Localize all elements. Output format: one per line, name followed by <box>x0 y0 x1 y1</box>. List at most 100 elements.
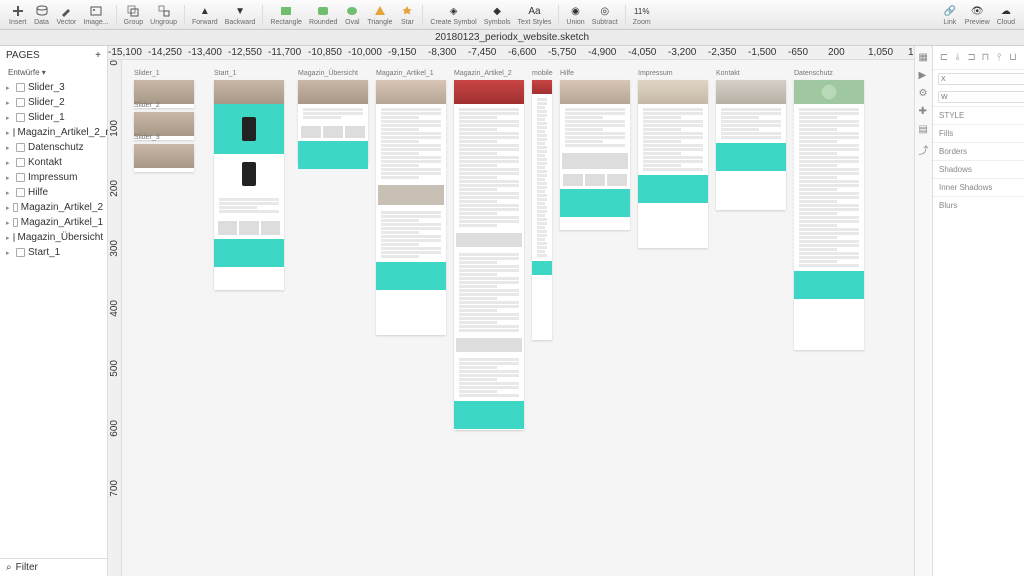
ruler-horizontal[interactable]: -15,100-14,250-13,400-12,550-11,700-10,8… <box>108 46 914 60</box>
align-top-icon[interactable]: ⊓ <box>979 52 991 64</box>
add-page-icon[interactable]: + <box>95 50 101 61</box>
artboard-label: Magazin_Übersicht <box>298 70 358 77</box>
layer-item[interactable]: ▸Magazin_Übersicht <box>0 230 107 245</box>
zoom-value: 11% <box>634 3 650 19</box>
filter-icon: ⌕ <box>6 562 12 573</box>
oval-button[interactable]: Oval <box>341 2 363 27</box>
preview-button[interactable]: 👁Preview <box>962 2 993 27</box>
layer-item[interactable]: ▸Magazin_Artikel_1 <box>0 215 107 230</box>
artboard-label: Hilfe <box>560 70 574 77</box>
layer-item[interactable]: ▸Magazin_Artikel_2 <box>0 200 107 215</box>
align-bottom-icon[interactable]: ⊔ <box>1007 52 1019 64</box>
artboard-icon <box>16 188 25 197</box>
align-left-icon[interactable]: ⊏ <box>938 52 950 64</box>
artboard[interactable]: Impressum <box>638 80 708 248</box>
artboard[interactable]: Hilfe <box>560 80 630 230</box>
disclosure-icon: ▸ <box>6 114 13 122</box>
plus-icon[interactable]: ✚ <box>919 106 929 116</box>
layer-item[interactable]: ▸Magazin_Artikel_2_mobile_V2 <box>0 125 107 140</box>
subtract-button[interactable]: ◎Subtract <box>589 2 621 27</box>
insert-button[interactable]: Insert <box>6 2 30 27</box>
artboard-label: Slider_2 <box>134 102 160 109</box>
layer-item[interactable]: ▸Datenschutz <box>0 140 107 155</box>
group-button[interactable]: Group <box>121 2 146 27</box>
vector-button[interactable]: Vector <box>54 2 80 27</box>
layer-label: Magazin_Artikel_2 <box>21 202 103 213</box>
align-right-icon[interactable]: ⊐ <box>966 52 978 64</box>
image-button[interactable]: Image... <box>80 2 111 27</box>
x-field[interactable] <box>938 73 1024 85</box>
layer-item[interactable]: ▸Kontakt <box>0 155 107 170</box>
disclosure-icon: ▸ <box>6 129 10 137</box>
data-icon <box>34 3 50 19</box>
union-button[interactable]: ◉Union <box>563 2 587 27</box>
layer-item[interactable]: ▸Slider_3 <box>0 80 107 95</box>
canvas[interactable]: Slider_1Slider_2Slider_3Start_1Magazin_Ü… <box>122 60 914 576</box>
layer-item[interactable]: ▸Hilfe <box>0 185 107 200</box>
text-styles-button[interactable]: AaText Styles <box>515 2 555 27</box>
artboard-icon <box>16 248 25 257</box>
ruler-vertical[interactable]: 0100200300400500600700 <box>108 60 122 576</box>
triangle-button[interactable]: Triangle <box>364 2 395 27</box>
create-symbol-button[interactable]: ◈Create Symbol <box>427 2 479 27</box>
pages-header: PAGES+ <box>0 46 107 65</box>
artboard[interactable]: Magazin_Artikel_1 <box>376 80 446 335</box>
backward-button[interactable]: ▼Backward <box>222 2 259 27</box>
forward-button[interactable]: ▲Forward <box>189 2 221 27</box>
artboard[interactable]: mobile <box>532 80 552 340</box>
shadows-section[interactable]: Shadows <box>933 160 1024 178</box>
artboard-label: Kontakt <box>716 70 740 77</box>
link-button[interactable]: 🔗Link <box>939 2 961 27</box>
borders-section[interactable]: Borders <box>933 142 1024 160</box>
artboard-icon <box>13 218 18 227</box>
layer-item[interactable]: ▸Slider_1 <box>0 110 107 125</box>
artboard[interactable]: Magazin_Übersicht <box>298 80 368 164</box>
w-field[interactable] <box>938 91 1024 103</box>
data-button[interactable]: Data <box>31 2 53 27</box>
blurs-section[interactable]: Blurs <box>933 196 1024 214</box>
align-middle-icon[interactable]: ⫯ <box>993 52 1005 64</box>
fills-section[interactable]: Fills <box>933 124 1024 142</box>
rectangle-button[interactable]: Rectangle <box>267 2 305 27</box>
layer-label: Impressum <box>28 172 77 183</box>
subtract-icon: ◎ <box>597 3 613 19</box>
artboard[interactable]: Start_1 <box>214 80 284 290</box>
layer-filter[interactable]: ⌕Filter <box>0 558 107 576</box>
cloud-button[interactable]: ☁Cloud <box>994 2 1018 27</box>
artboard-label: Slider_3 <box>134 134 160 141</box>
align-center-icon[interactable]: ⫰ <box>952 52 964 64</box>
rounded-icon <box>315 3 331 19</box>
export-icon[interactable]: ⤴ <box>919 142 929 152</box>
layer-label: Start_1 <box>28 247 60 258</box>
layer-item[interactable]: ▸Start_1 <box>0 245 107 260</box>
document-tab[interactable]: 20180123_periodx_website.sketch <box>0 30 1024 46</box>
grid-icon[interactable]: ▤ <box>919 124 929 134</box>
artboard-icon <box>16 143 25 152</box>
inner-shadows-section[interactable]: Inner Shadows <box>933 178 1024 196</box>
disclosure-icon: ▸ <box>6 99 13 107</box>
play-icon[interactable]: ▶ <box>919 70 929 80</box>
page-name[interactable]: Entwürfe ▾ <box>0 65 107 80</box>
symbols-icon: ◆ <box>489 3 505 19</box>
align-icon[interactable]: ▦ <box>919 52 929 62</box>
layers-panel: PAGES+ Entwürfe ▾ ▸Slider_3▸Slider_2▸Sli… <box>0 46 108 576</box>
artboard-label: Start_1 <box>214 70 237 77</box>
settings-icon[interactable]: ⚙ <box>919 88 929 98</box>
artboard[interactable]: Slider_3 <box>134 144 194 172</box>
star-button[interactable]: Star <box>396 2 418 27</box>
rounded-button[interactable]: Rounded <box>306 2 340 27</box>
layer-item[interactable]: ▸Slider_2 <box>0 95 107 110</box>
artboard-icon <box>13 233 15 242</box>
layer-label: Magazin_Artikel_1 <box>21 217 103 228</box>
artboard[interactable]: Kontakt <box>716 80 786 210</box>
artboard-icon <box>13 203 18 212</box>
layer-label: Slider_3 <box>28 82 65 93</box>
image-icon <box>88 3 104 19</box>
layer-item[interactable]: ▸Impressum <box>0 170 107 185</box>
symbols-button[interactable]: ◆Symbols <box>481 2 514 27</box>
artboard[interactable]: Magazin_Artikel_2 <box>454 80 524 430</box>
ungroup-button[interactable]: Ungroup <box>147 2 180 27</box>
zoom-control[interactable]: 11%Zoom <box>630 2 654 27</box>
text-icon: Aa <box>526 3 542 19</box>
artboard[interactable]: Datenschutz <box>794 80 864 350</box>
